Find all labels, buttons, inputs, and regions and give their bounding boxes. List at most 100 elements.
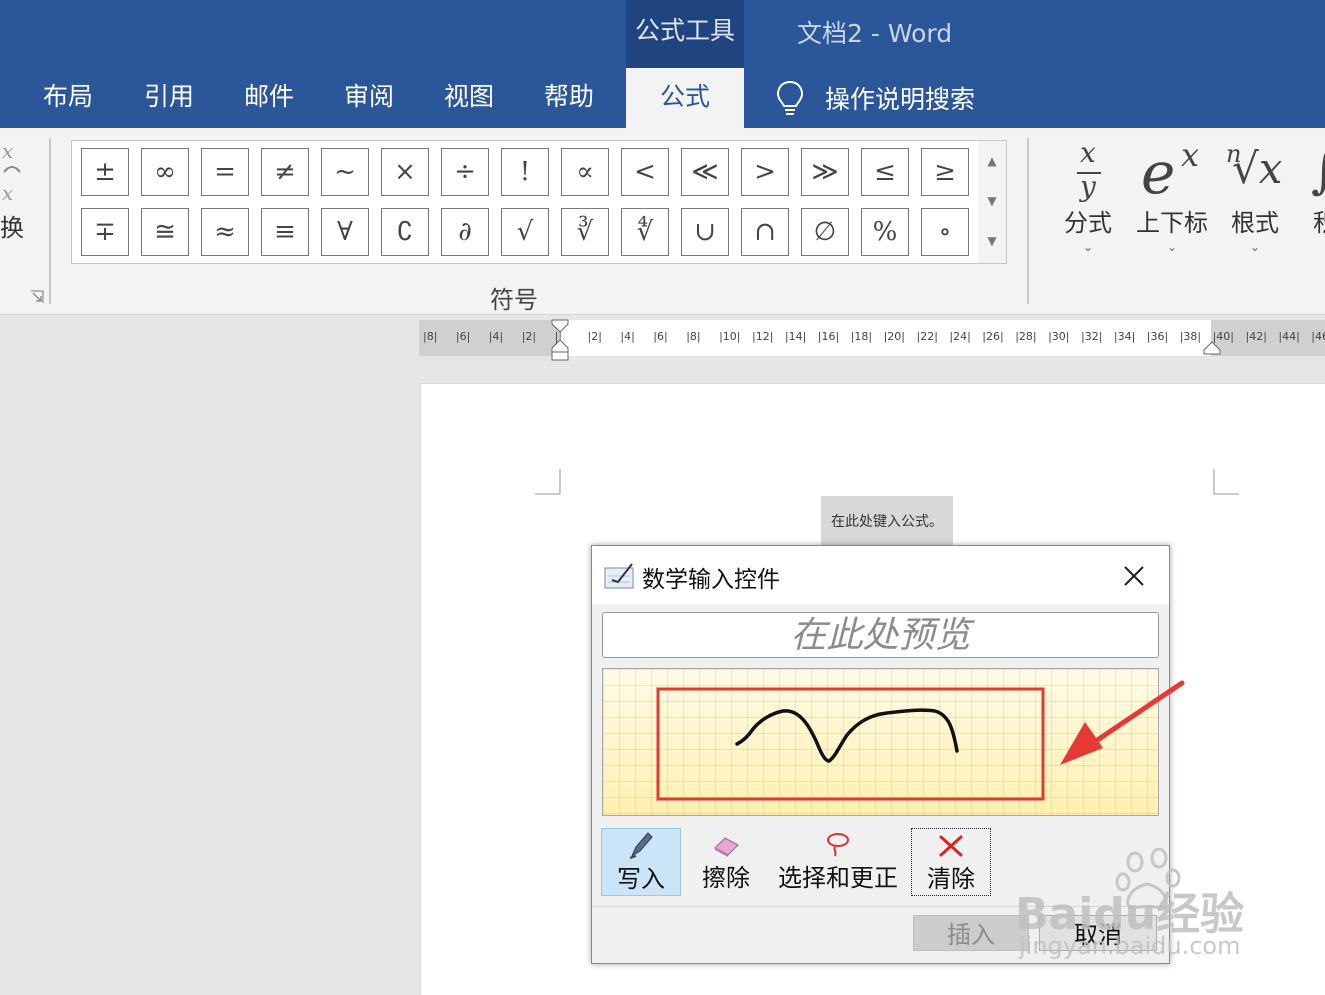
ruler-tick-label: |14| [784,330,807,343]
tab-help[interactable]: 帮助 [527,68,611,128]
equation-placeholder[interactable]: 在此处键入公式。 [821,496,953,546]
symbol-button[interactable]: √ [501,208,549,256]
write-tool-button[interactable]: 写入 [601,828,681,896]
handwriting-canvas[interactable] [602,668,1159,816]
tell-me-search[interactable]: 操作说明搜索 [775,78,975,118]
integral-button[interactable]: ∫ 积 [1295,136,1325,238]
symbol-button[interactable]: ≫ [801,148,849,196]
ruler-tick-label: |26| [982,330,1004,343]
symbol-button[interactable]: ∞ [141,148,189,196]
symbol-button[interactable]: ≤ [861,148,909,196]
symbol-button[interactable]: ∀ [321,208,369,256]
insert-button[interactable]: 插入 [913,915,1029,951]
lightbulb-icon [776,80,804,115]
tab-references[interactable]: 引用 [127,68,211,128]
gallery-scroll-up-icon[interactable]: ▲ [978,141,1006,181]
dialog-launcher-icon[interactable] [30,290,44,304]
ruler-tick-label: |36| [1146,330,1169,343]
tab-layout[interactable]: 布局 [26,68,110,128]
symbol-button[interactable]: ± [81,148,129,196]
symbols-group-label: 符号 [490,286,538,314]
symbols-gallery: ± ∞ = ≠ ~ × ÷ ! ∝ < ≪ > ≫ ≤ ≥ ∓ ≅ ≈ ≡ ∀ … [71,140,979,264]
symbol-button[interactable]: > [741,148,789,196]
horizontal-ruler[interactable]: |8| |6| |4| |2| || |2| |4| |6| |8| |10| |12| |14| |1… [419,319,1325,361]
context-tab-equation-tools[interactable]: 公式工具 [626,0,744,68]
ruler-tick-label: |46| [1311,330,1325,343]
fraction-icon: x y [1043,136,1133,208]
eraser-icon [714,837,739,857]
tab-review[interactable]: 审阅 [327,68,411,128]
symbol-button[interactable]: ∓ [81,208,129,256]
select-correct-tool-button[interactable]: 选择和更正 [776,828,900,896]
window-title: 文档2 - Word [797,19,953,48]
ruler-tick-label: |8| [423,330,438,343]
dialog-titlebar[interactable]: 数学输入控件 [592,546,1169,604]
ruler-tick-label: |30| [1048,330,1070,343]
tab-view[interactable]: 视图 [427,68,511,128]
clear-tool-button[interactable]: 清除 [911,828,991,896]
tab-mailings[interactable]: 邮件 [227,68,311,128]
tell-me-label: 操作说明搜索 [825,85,976,114]
symbol-button[interactable]: ≅ [141,208,189,256]
integral-glyph: ∫ [1311,140,1325,200]
right-indent-marker-icon[interactable] [1202,340,1222,356]
chevron-down-icon: ⌄ [1082,240,1094,254]
ruler-tick-label: |6| [653,330,668,343]
ink-to-math-icon[interactable]: x x [0,136,26,206]
symbol-button[interactable]: % [861,208,909,256]
erase-tool-label: 擦除 [702,864,750,892]
pen-icon [629,832,653,859]
symbol-button[interactable]: × [381,148,429,196]
title-bar: 公式工具 文档2 - Word 布局 引用 邮件 审阅 视图 帮助 公式 操作说… [0,0,1325,128]
ruler-tick-label: |38| [1179,330,1202,343]
ruler-tick-label: |8| [686,330,701,343]
symbol-button[interactable]: ≠ [261,148,309,196]
gallery-more-icon[interactable]: ▼ [978,221,1006,261]
select-correct-tool-label: 选择和更正 [778,864,898,892]
symbol-button[interactable]: ∩ [741,208,789,256]
symbol-button[interactable]: ∁ [381,208,429,256]
tab-equation[interactable]: 公式 [626,68,744,128]
script-glyph-sup: x [1181,136,1200,174]
symbol-button[interactable]: ∅ [801,208,849,256]
symbol-button[interactable]: ∘ [921,208,969,256]
symbol-button[interactable]: ≡ [261,208,309,256]
symbol-button[interactable]: ∛ [561,208,609,256]
symbol-button[interactable]: ! [501,148,549,196]
ruler-tick-label: |42| [1245,330,1267,343]
symbol-button[interactable]: ∂ [441,208,489,256]
symbol-button[interactable]: ≥ [921,148,969,196]
fraction-glyph-top: x [1080,136,1096,169]
erase-tool-button[interactable]: 擦除 [691,828,761,896]
script-button[interactable]: e x 上下标 ⌄ [1127,136,1217,256]
symbol-button[interactable]: ÷ [441,148,489,196]
ruler-tick-label: |6| [455,330,471,343]
close-icon[interactable] [1118,560,1150,592]
symbol-button[interactable]: ≈ [201,208,249,256]
ruler-tick-label: |2| [521,330,537,343]
symbol-button[interactable]: ∪ [681,208,729,256]
symbol-button[interactable]: ~ [321,148,369,196]
indent-marker-icon[interactable] [550,318,570,362]
fraction-label: 分式 [1064,209,1112,237]
radical-button[interactable]: n √x 根式 ⌄ [1210,136,1300,256]
preview-area: 在此处预览 [602,612,1159,658]
symbol-button[interactable]: ≪ [681,148,729,196]
gallery-scroll-down-icon[interactable]: ▼ [978,181,1006,221]
ruler-tick-label: |32| [1081,330,1103,343]
ruler-tick-label: |4| [620,330,635,343]
fraction-button[interactable]: x y 分式 ⌄ [1043,136,1133,256]
clear-x-icon [939,835,963,857]
symbol-button[interactable]: ∜ [621,208,669,256]
symbol-button[interactable]: < [621,148,669,196]
script-glyph-base: e [1141,139,1176,207]
chevron-down-icon: ⌄ [1166,240,1178,254]
integral-label: 积 [1295,208,1325,238]
watermark-url: jingyan.baidu.com [1019,932,1241,960]
gallery-scrollbar: ▲ ▼ ▼ [978,140,1007,264]
baidu-watermark: Baidu经验 jingyan.baidu.com [1015,848,1315,968]
symbol-button[interactable]: = [201,148,249,196]
ruler-tick-label: |24| [949,330,971,343]
symbol-button[interactable]: ∝ [561,148,609,196]
script-icon: e x [1127,136,1217,208]
